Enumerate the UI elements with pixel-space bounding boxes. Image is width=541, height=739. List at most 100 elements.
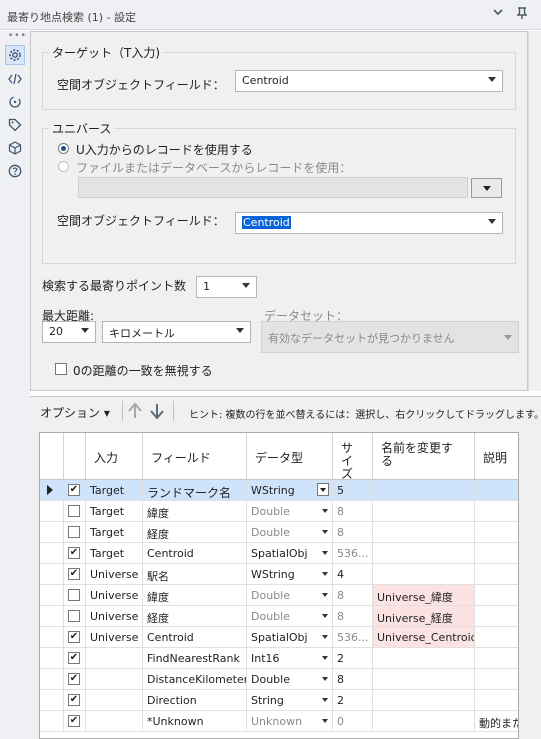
type-dropdown-arrow-icon[interactable] [322,509,328,513]
type-dropdown-arrow-icon[interactable] [322,698,328,702]
code-icon[interactable] [5,69,25,89]
row-select-checkbox[interactable]: ✔ [64,648,86,669]
panel-scrollbar[interactable] [528,31,541,391]
table-row[interactable]: ✔ Universe Centroid SpatialObj 536... Univers… [40,627,518,648]
cell-type[interactable]: Double [247,585,333,606]
field-checkbox[interactable]: ✔ [68,694,80,706]
table-row[interactable]: ✔ Target ランドマーク名 WString 5 [40,480,518,501]
cell-type[interactable]: SpatialObj [247,627,333,648]
type-dropdown-arrow-icon[interactable] [322,614,328,618]
cell-rename[interactable]: Universe_経度 [373,606,475,627]
row-select-checkbox[interactable]: ✔ [64,669,86,690]
column-header-type[interactable]: データ型 [247,433,333,480]
row-select-checkbox[interactable]: ✔ [64,543,86,564]
cell-type[interactable]: SpatialObj [247,543,333,564]
field-checkbox[interactable] [68,505,80,517]
cell-size[interactable]: 8 [333,522,373,543]
cell-rename[interactable] [373,480,475,501]
table-row[interactable]: Target 経度 Double 8 [40,522,518,543]
radio-use-u-input[interactable] [58,143,69,154]
move-up-icon[interactable] [127,402,143,423]
cell-type[interactable]: WString [247,564,333,585]
row-selector[interactable] [40,627,64,648]
row-selector[interactable] [40,606,64,627]
row-selector[interactable] [40,648,64,669]
cell-size[interactable]: 0 [333,711,373,732]
tag-icon[interactable] [5,115,25,135]
table-row[interactable]: Universe 経度 Double 8 Universe_経度 [40,606,518,627]
cell-type[interactable]: WString [247,480,333,501]
cell-size[interactable]: 4 [333,564,373,585]
type-dropdown-arrow-icon[interactable] [322,593,328,597]
field-checkbox[interactable]: ✔ [68,568,80,580]
table-row[interactable]: ✔ *Unknown Unknown 0 動的また [40,711,518,732]
row-select-checkbox[interactable]: ✔ [64,711,86,732]
field-checkbox[interactable]: ✔ [68,547,80,559]
table-row[interactable]: ✔ Universe 駅名 WString 4 [40,564,518,585]
cell-rename[interactable] [373,711,475,732]
row-select-checkbox[interactable] [64,522,86,543]
row-select-checkbox[interactable]: ✔ [64,690,86,711]
type-dropdown-arrow-icon[interactable] [322,635,328,639]
pin-icon[interactable] [515,6,529,24]
cell-rename[interactable] [373,522,475,543]
field-checkbox[interactable] [68,610,80,622]
field-checkbox[interactable]: ✔ [68,715,80,727]
file-path-input[interactable] [78,177,468,198]
field-checkbox[interactable]: ✔ [68,484,80,496]
cube-icon[interactable] [5,138,25,158]
cell-type[interactable]: String [247,690,333,711]
type-dropdown-arrow-icon[interactable] [317,483,329,496]
radio-use-file[interactable] [58,161,69,172]
field-checkbox[interactable]: ✔ [68,652,80,664]
chevron-down-icon[interactable] [492,6,504,22]
cell-rename[interactable] [373,669,475,690]
type-dropdown-arrow-icon[interactable] [322,551,328,555]
row-selector[interactable] [40,501,64,522]
field-checkbox[interactable]: ✔ [68,631,80,643]
cell-rename[interactable] [373,564,475,585]
row-select-checkbox[interactable] [64,606,86,627]
file-browse-button[interactable] [471,178,502,198]
type-dropdown-arrow-icon[interactable] [322,677,328,681]
cell-type[interactable]: Double [247,669,333,690]
cell-type[interactable]: Int16 [247,648,333,669]
cell-size[interactable]: 2 [333,690,373,711]
options-menu-button[interactable]: オプション ▾ [40,404,110,421]
cell-rename[interactable] [373,648,475,669]
row-selector[interactable] [40,585,64,606]
row-selector[interactable] [40,564,64,585]
cell-rename[interactable] [373,501,475,522]
row-selector[interactable] [40,711,64,732]
type-dropdown-arrow-icon[interactable] [322,572,328,576]
cell-size[interactable]: 536... [333,627,373,648]
max-distance-dropdown[interactable]: 20 [42,321,96,343]
column-header-size[interactable]: サイズ [333,433,373,481]
field-checkbox[interactable] [68,526,80,538]
cell-type[interactable]: Unknown [247,711,333,732]
row-selector[interactable] [40,522,64,543]
help-icon[interactable] [5,161,25,181]
cell-type[interactable]: Double [247,522,333,543]
row-selector[interactable] [40,543,64,564]
cell-rename[interactable]: Universe_Centroid [373,627,475,648]
type-dropdown-arrow-icon[interactable] [322,530,328,534]
row-select-checkbox[interactable] [64,585,86,606]
cell-size[interactable]: 5 [333,480,373,501]
more-dots-icon[interactable]: ••• [8,31,27,41]
field-checkbox[interactable] [68,589,80,601]
cell-rename[interactable] [373,690,475,711]
column-header-input[interactable]: 入力 [86,433,143,480]
table-row[interactable]: ✔ DistanceKilometers Double 8 [40,669,518,690]
row-selector[interactable] [40,690,64,711]
row-select-checkbox[interactable]: ✔ [64,480,86,501]
ignore-zero-checkbox[interactable] [55,363,67,375]
dataset-dropdown[interactable]: 有効なデータセットが見つかりません [261,321,519,353]
cell-size[interactable]: 2 [333,648,373,669]
move-down-icon[interactable] [149,402,165,423]
cell-size[interactable]: 8 [333,606,373,627]
field-checkbox[interactable]: ✔ [68,673,80,685]
cell-rename[interactable]: Universe_緯度 [373,585,475,606]
select-column-header[interactable] [64,433,86,480]
row-select-checkbox[interactable]: ✔ [64,564,86,585]
